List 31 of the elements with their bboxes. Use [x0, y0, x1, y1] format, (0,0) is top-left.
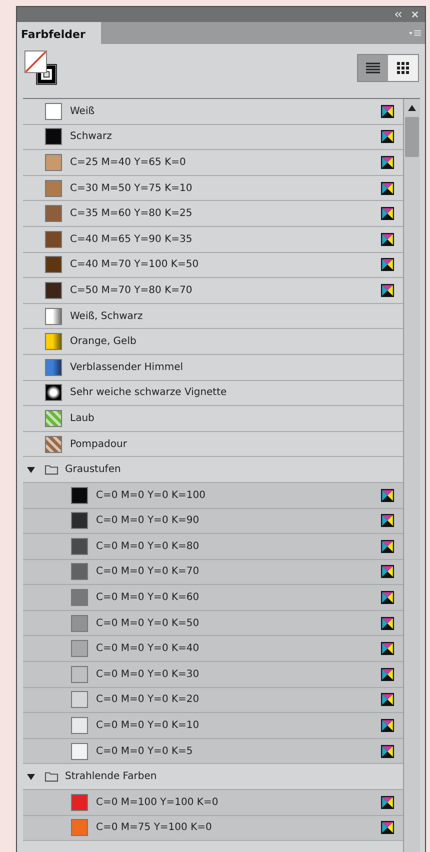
grid-icon [397, 62, 409, 74]
swatch-name[interactable]: C=35 M=60 Y=80 K=25 [70, 208, 381, 220]
swatch-name[interactable]: Orange, Gelb [70, 336, 394, 348]
swatch-name[interactable]: Weiß, Schwarz [70, 310, 394, 322]
disclosure-triangle-icon[interactable] [27, 772, 35, 781]
scrollbar[interactable] [403, 99, 420, 852]
scroll-thumb[interactable] [405, 117, 419, 157]
list-view-button[interactable] [358, 55, 388, 81]
swatch-name[interactable]: C=30 M=50 Y=75 K=10 [70, 182, 381, 194]
swatch-name[interactable]: Pompadour [70, 438, 394, 450]
collapse-icon[interactable] [394, 11, 402, 18]
close-icon[interactable] [411, 11, 419, 18]
fill-stroke-icon[interactable] [24, 50, 60, 88]
swatch-name[interactable]: Schwarz [70, 131, 381, 142]
swatch-name[interactable]: Sehr weiche schwarze Vignette [70, 387, 394, 398]
list-icon [366, 62, 380, 74]
panel-tab[interactable]: Farbfelder [17, 22, 102, 44]
group-name[interactable]: Strahlende Farben [65, 771, 394, 782]
folder-icon [45, 464, 58, 476]
swatch-name[interactable]: C=25 M=40 Y=65 K=0 [70, 156, 381, 168]
disclosure-triangle-icon[interactable] [27, 466, 35, 474]
scroll-up-icon[interactable] [408, 105, 416, 111]
swatch-name[interactable]: C=50 M=70 Y=80 K=70 [70, 284, 381, 296]
swatch-name[interactable]: C=40 M=70 Y=100 K=50 [70, 259, 381, 270]
swatch-name[interactable]: C=40 M=65 Y=90 K=35 [70, 234, 381, 245]
grid-view-button[interactable] [388, 55, 418, 81]
swatch-name[interactable]: Weiß [70, 106, 381, 117]
swatch-name[interactable]: Laub [70, 412, 394, 424]
folder-icon [45, 771, 58, 782]
group-name[interactable]: Graustufen [65, 464, 394, 476]
swatch-name[interactable]: Verblassender Himmel [70, 362, 394, 373]
